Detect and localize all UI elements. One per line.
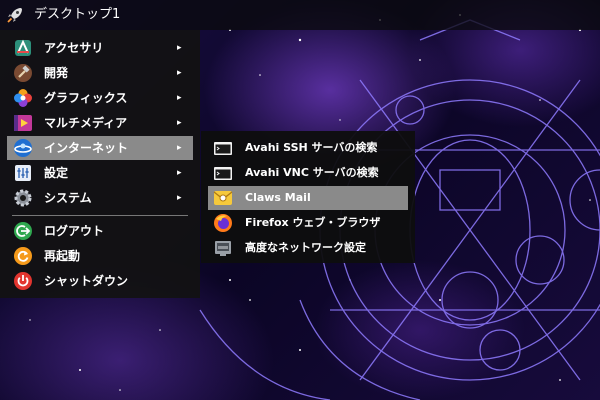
desktop-title: デスクトップ1 bbox=[34, 7, 121, 22]
menu-item-label: シャットダウン bbox=[44, 274, 129, 288]
submenu-arrow-icon: ▸ bbox=[177, 143, 182, 153]
menu-item-settings[interactable]: 設定 ▸ bbox=[7, 161, 193, 185]
top-panel: デスクトップ1 bbox=[0, 0, 600, 30]
menu-item-label: 再起動 bbox=[44, 249, 81, 263]
application-menu: アクセサリ ▸ 開発 ▸ グラフィックス ▸ マルチメディア ▸ インターネット… bbox=[0, 30, 200, 298]
submenu-item-label: Claws Mail bbox=[245, 191, 311, 204]
graphics-icon bbox=[13, 88, 33, 108]
logout-icon bbox=[13, 221, 33, 241]
menu-item-system[interactable]: システム ▸ bbox=[7, 186, 193, 210]
submenu-arrow-icon: ▸ bbox=[177, 193, 182, 203]
mail-icon bbox=[213, 188, 233, 208]
multimedia-icon bbox=[13, 113, 33, 133]
submenu-arrow-icon: ▸ bbox=[177, 93, 182, 103]
hammer-icon bbox=[13, 63, 33, 83]
submenu-item-label: 高度なネットワーク設定 bbox=[245, 241, 366, 254]
menu-separator bbox=[12, 215, 188, 216]
submenu-item-label: Avahi SSH サーバの検索 bbox=[245, 141, 378, 154]
rocket-icon[interactable] bbox=[5, 5, 25, 25]
submenu-item-label: Firefox ウェブ・ブラウザ bbox=[245, 216, 381, 229]
menu-item-accessories[interactable]: アクセサリ ▸ bbox=[7, 36, 193, 60]
menu-item-label: 開発 bbox=[44, 66, 69, 80]
submenu-item-label: Avahi VNC サーバの検索 bbox=[245, 166, 379, 179]
menu-item-logout[interactable]: ログアウト bbox=[7, 219, 193, 243]
firefox-icon bbox=[213, 213, 233, 233]
submenu-arrow-icon: ▸ bbox=[177, 68, 182, 78]
system-gear-icon bbox=[13, 188, 33, 208]
submenu-item-claws-mail[interactable]: Claws Mail bbox=[208, 186, 408, 210]
menu-item-label: ログアウト bbox=[44, 224, 105, 238]
menu-item-label: 設定 bbox=[44, 166, 69, 180]
internet-icon bbox=[13, 138, 33, 158]
reboot-icon bbox=[13, 246, 33, 266]
submenu-item-avahi-ssh[interactable]: Avahi SSH サーバの検索 bbox=[208, 136, 408, 160]
menu-item-label: アクセサリ bbox=[44, 41, 104, 55]
accessories-icon bbox=[13, 38, 33, 58]
submenu-arrow-icon: ▸ bbox=[177, 118, 182, 128]
menu-item-label: マルチメディア bbox=[44, 116, 128, 130]
menu-item-internet[interactable]: インターネット ▸ bbox=[7, 136, 193, 160]
menu-item-label: グラフィックス bbox=[44, 91, 128, 105]
menu-item-multimedia[interactable]: マルチメディア ▸ bbox=[7, 111, 193, 135]
menu-item-graphics[interactable]: グラフィックス ▸ bbox=[7, 86, 193, 110]
submenu-arrow-icon: ▸ bbox=[177, 43, 182, 53]
menu-item-reboot[interactable]: 再起動 bbox=[7, 244, 193, 268]
network-icon bbox=[213, 238, 233, 258]
menu-item-label: システム bbox=[44, 191, 92, 205]
terminal-icon bbox=[213, 138, 233, 158]
power-icon bbox=[13, 271, 33, 291]
terminal-icon bbox=[213, 163, 233, 183]
submenu-arrow-icon: ▸ bbox=[177, 168, 182, 178]
menu-item-development[interactable]: 開発 ▸ bbox=[7, 61, 193, 85]
menu-item-label: インターネット bbox=[44, 141, 129, 155]
settings-icon bbox=[13, 163, 33, 183]
submenu-item-avahi-vnc[interactable]: Avahi VNC サーバの検索 bbox=[208, 161, 408, 185]
submenu-item-firefox[interactable]: Firefox ウェブ・ブラウザ bbox=[208, 211, 408, 235]
internet-submenu: Avahi SSH サーバの検索 Avahi VNC サーバの検索 Claws … bbox=[201, 131, 415, 263]
submenu-item-network-settings[interactable]: 高度なネットワーク設定 bbox=[208, 236, 408, 260]
menu-item-shutdown[interactable]: シャットダウン bbox=[7, 269, 193, 293]
